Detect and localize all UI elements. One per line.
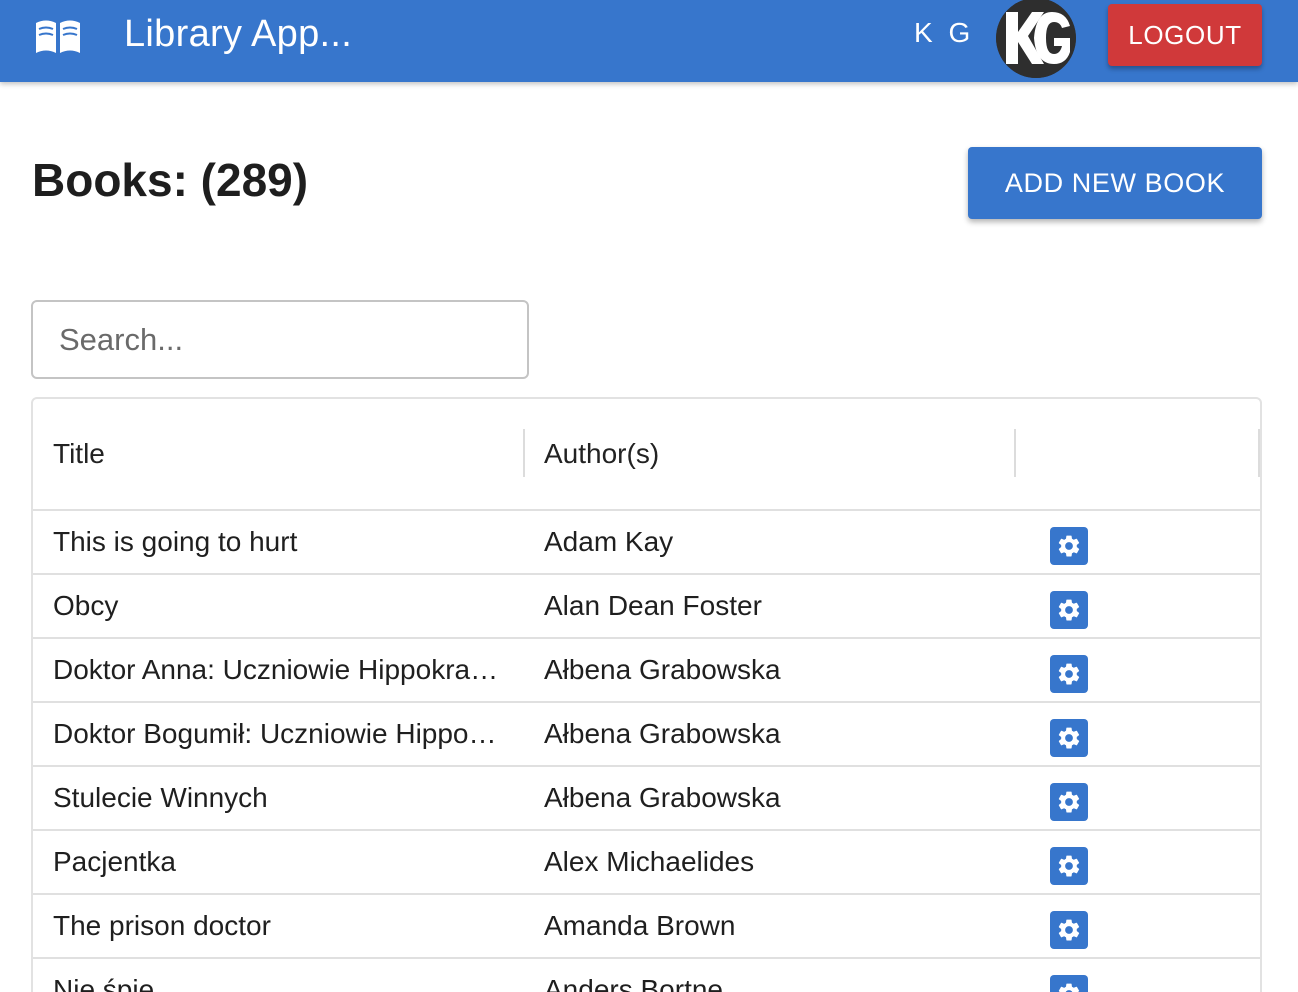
- gear-icon[interactable]: [1050, 847, 1088, 885]
- gear-icon[interactable]: [1050, 975, 1088, 992]
- app-title[interactable]: Library App...: [124, 12, 352, 56]
- book-author: Ałbena Grabowska: [544, 718, 781, 749]
- table-row[interactable]: Doktor Anna: Uczniowie Hippokratesa Ałben…: [33, 639, 1260, 703]
- book-title: Nie śpię: [53, 974, 155, 992]
- column-header-authors[interactable]: Author(s): [544, 399, 659, 509]
- book-title: Doktor Bogumił: Uczniowie Hippokratesa: [53, 718, 503, 749]
- book-author: Ałbena Grabowska: [544, 654, 781, 685]
- gear-icon[interactable]: [1050, 527, 1088, 565]
- book-title: Stulecie Winnych: [53, 782, 268, 813]
- book-author: Anders Bortne: [544, 974, 723, 992]
- book-author: Adam Kay: [544, 526, 674, 557]
- open-book-icon[interactable]: [34, 17, 82, 57]
- add-new-book-button[interactable]: ADD NEW BOOK: [968, 147, 1262, 219]
- column-separator[interactable]: [523, 429, 525, 477]
- gear-icon[interactable]: [1050, 719, 1088, 757]
- table-row[interactable]: The prison doctor Amanda Brown: [33, 895, 1260, 959]
- gear-icon[interactable]: [1050, 655, 1088, 693]
- book-title: Doktor Anna: Uczniowie Hippokratesa: [53, 654, 503, 685]
- book-title: Pacjentka: [53, 846, 176, 877]
- book-title: Obcy: [53, 590, 119, 621]
- book-author: Alan Dean Foster: [544, 590, 762, 621]
- table-row[interactable]: Obcy Alan Dean Foster: [33, 575, 1260, 639]
- gear-icon[interactable]: [1050, 591, 1088, 629]
- table-row[interactable]: This is going to hurt Adam Kay: [33, 511, 1260, 575]
- column-separator[interactable]: [1014, 429, 1016, 477]
- book-title: The prison doctor: [53, 910, 271, 941]
- search-input[interactable]: [31, 300, 529, 379]
- table-row[interactable]: Nie śpię Anders Bortne: [33, 959, 1260, 992]
- book-author: Ałbena Grabowska: [544, 782, 781, 813]
- app-bar: Library App... K G LOGOUT: [0, 0, 1298, 82]
- gear-icon[interactable]: [1050, 783, 1088, 821]
- gear-icon[interactable]: [1050, 911, 1088, 949]
- table-row[interactable]: Stulecie Winnych Ałbena Grabowska: [33, 767, 1260, 831]
- user-initials: K G: [914, 17, 975, 48]
- books-table: Title Author(s) This is going to hurt Ada…: [31, 397, 1262, 992]
- book-title: This is going to hurt: [53, 526, 298, 557]
- column-separator[interactable]: [1258, 429, 1260, 477]
- page-title: Books: (289): [32, 154, 309, 206]
- table-body: This is going to hurt Adam Kay Obcy Alan De…: [33, 511, 1260, 992]
- table-row[interactable]: Doktor Bogumił: Uczniowie Hippokratesa Ał…: [33, 703, 1260, 767]
- logout-button[interactable]: LOGOUT: [1108, 4, 1262, 66]
- book-author: Amanda Brown: [544, 910, 736, 941]
- book-author: Alex Michaelides: [544, 846, 755, 877]
- table-header: Title Author(s): [33, 399, 1260, 511]
- column-header-title[interactable]: Title: [53, 399, 105, 509]
- avatar[interactable]: [996, 0, 1076, 78]
- table-row[interactable]: Pacjentka Alex Michaelides: [33, 831, 1260, 895]
